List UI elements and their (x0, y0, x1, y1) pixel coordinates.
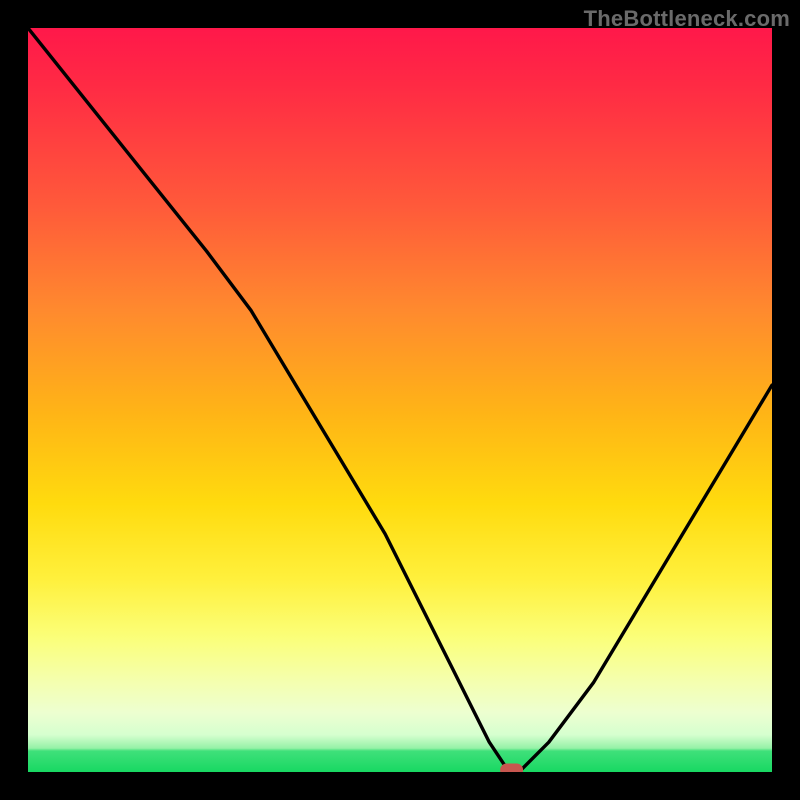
chart-frame: TheBottleneck.com (0, 0, 800, 800)
watermark-text: TheBottleneck.com (584, 6, 790, 32)
curve-overlay (28, 28, 772, 772)
optimum-marker (501, 764, 523, 772)
bottleneck-curve (28, 28, 772, 772)
plot-area (28, 28, 772, 772)
